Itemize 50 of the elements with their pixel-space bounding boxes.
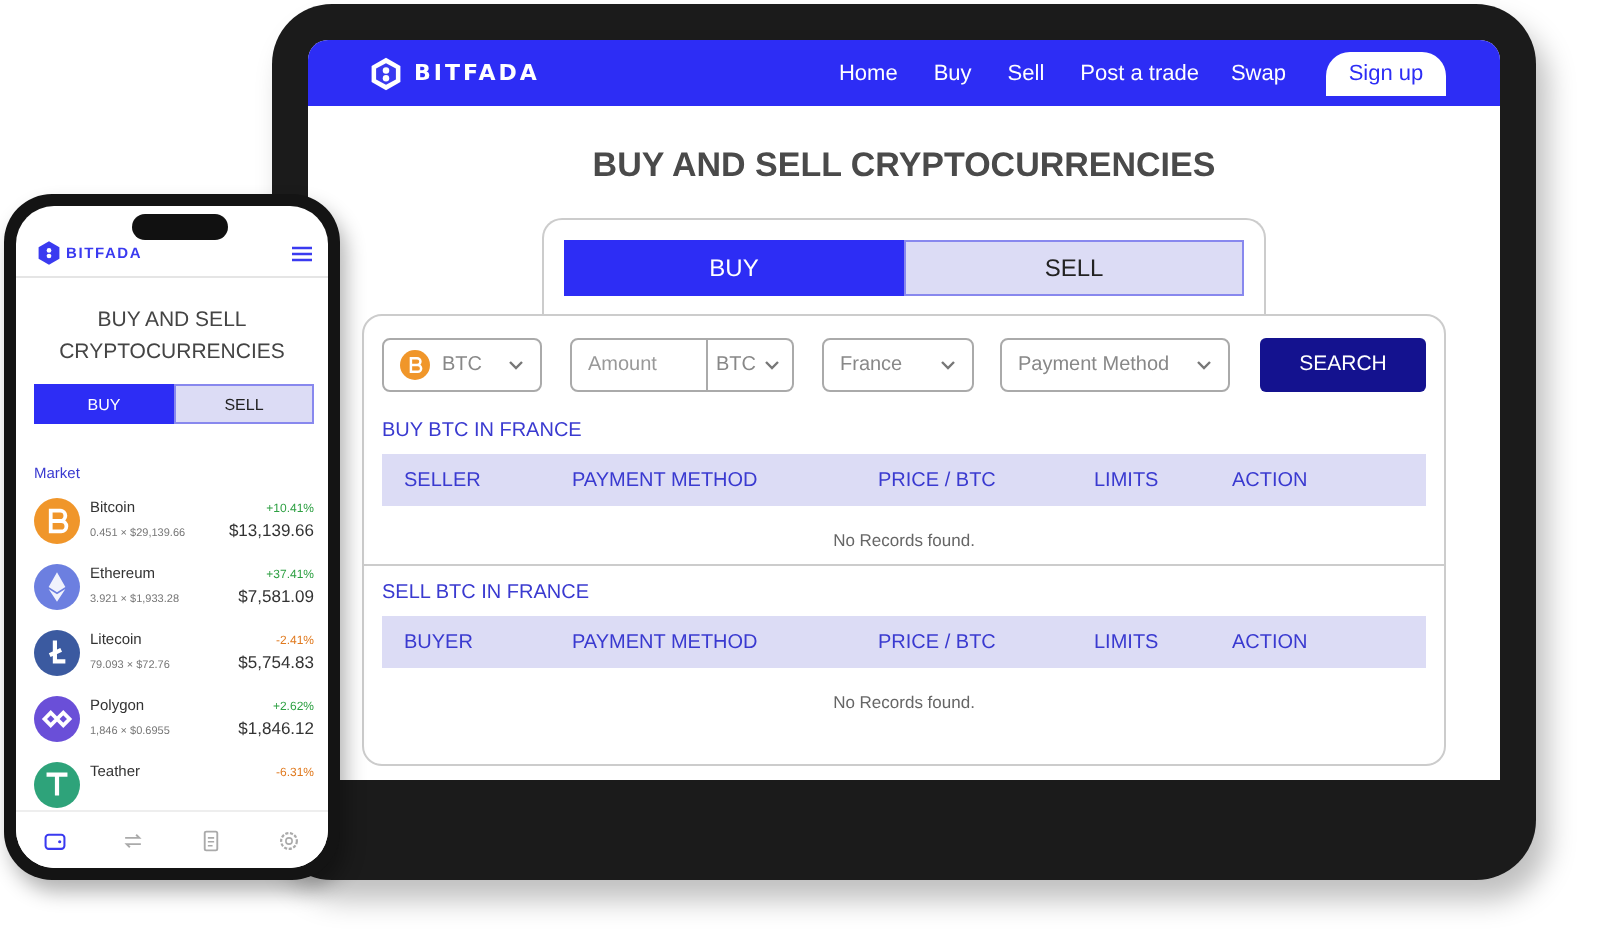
- nav-link[interactable]: Post a trade: [1080, 61, 1199, 85]
- chevron-icon: [940, 359, 956, 369]
- tab[interactable]: BUY: [34, 384, 174, 424]
- nav-link[interactable]: Swap: [1230, 61, 1286, 85]
- menu-icon[interactable]: [292, 245, 312, 261]
- section-heading: BUY BTC IN FRANCE: [382, 420, 584, 442]
- chevron-icon: [508, 359, 524, 369]
- payment-method-select[interactable]: Payment Method: [1000, 337, 1230, 391]
- tab[interactable]: BUY: [564, 240, 904, 296]
- holding-value: $1,846.12: [238, 718, 314, 738]
- tab[interactable]: SELL: [904, 240, 1244, 296]
- coin-select[interactable]: BTC: [382, 337, 542, 391]
- empty-message: No Records found.: [831, 692, 977, 712]
- tab[interactable]: SELL: [174, 384, 314, 424]
- column-header: PRICE / BTC: [878, 469, 998, 491]
- document-icon[interactable]: [200, 829, 222, 851]
- holding-value: $5,754.83: [238, 652, 314, 672]
- holding-value: $7,581.09: [238, 586, 314, 606]
- nav-link[interactable]: Sell: [1007, 61, 1045, 85]
- column-header: BUYER: [404, 631, 475, 653]
- column-header: PAYMENT METHOD: [572, 469, 760, 491]
- column-header: SELLER: [404, 469, 483, 491]
- settings-icon[interactable]: [278, 829, 300, 851]
- amount-field[interactable]: Amount: [570, 337, 708, 391]
- page-title: BUY AND SELL CRYPTOCURRENCIES: [590, 146, 1218, 186]
- chevron-icon: [764, 359, 780, 369]
- holding-value: $13,139.66: [228, 520, 314, 540]
- logo-icon: [368, 55, 404, 91]
- unit-select[interactable]: BTC: [708, 337, 794, 391]
- bitcoin-coin-icon: [400, 349, 430, 379]
- nav-link[interactable]: Buy: [933, 61, 972, 85]
- column-header: LIMITS: [1094, 631, 1161, 653]
- search-button[interactable]: SEARCH: [1260, 337, 1426, 391]
- country-select[interactable]: France: [822, 337, 974, 391]
- nav-link[interactable]: Home: [838, 61, 898, 85]
- column-header: PAYMENT METHOD: [572, 631, 760, 653]
- column-header: ACTION: [1232, 631, 1310, 653]
- chevron-icon: [1196, 359, 1212, 369]
- column-header: ACTION: [1232, 469, 1310, 491]
- sign-up-button[interactable]: Sign up: [1326, 51, 1446, 95]
- section-heading: SELL BTC IN FRANCE: [382, 582, 592, 604]
- logo-icon: [36, 240, 62, 266]
- page-title: BUY AND SELL CRYPTOCURRENCIES: [57, 306, 287, 368]
- camera-notch: [132, 214, 228, 240]
- column-header: LIMITS: [1094, 469, 1161, 491]
- brand-logo[interactable]: BITFADA: [414, 60, 540, 86]
- empty-message: No Records found.: [831, 530, 977, 550]
- wallet-icon[interactable]: [44, 829, 66, 851]
- column-header: PRICE / BTC: [878, 631, 998, 653]
- swap-icon[interactable]: [122, 829, 144, 851]
